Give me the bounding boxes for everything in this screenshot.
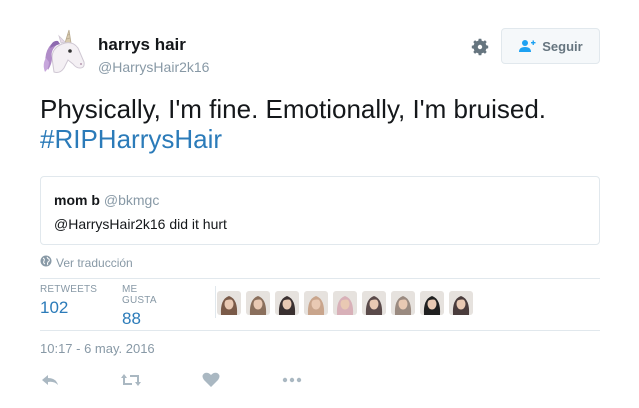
reply-icon[interactable] [40, 370, 60, 390]
liker-avatar-8[interactable] [420, 291, 444, 315]
liker-avatar-5[interactable] [333, 291, 357, 315]
tweet-body: Physically, I'm fine. Emotionally, I'm b… [40, 94, 547, 124]
user-display-name[interactable]: harrys hair [98, 35, 209, 55]
liker-avatar-7[interactable] [391, 291, 415, 315]
stats-separator [215, 286, 216, 318]
retweets-count: 102 [40, 298, 69, 317]
follow-button[interactable]: Seguir [501, 28, 600, 64]
follow-button-label: Seguir [542, 38, 583, 54]
unicorn-icon[interactable] [40, 28, 88, 76]
liker-avatar-1[interactable] [217, 291, 241, 315]
quoted-tweet-header: mom b @bkmgc [54, 192, 159, 208]
hashtag-link[interactable]: #RIPHarrysHair [40, 124, 222, 154]
user-handle[interactable]: @HarrysHair2k16 [98, 58, 209, 76]
add-user-icon [518, 39, 536, 53]
likes-count: 88 [122, 309, 141, 328]
liker-avatar-9[interactable] [449, 291, 473, 315]
retweet-icon[interactable] [120, 370, 141, 390]
liker-avatar-4[interactable] [304, 291, 328, 315]
quoted-tweet[interactable]: mom b @bkmgc @HarrysHair2k16 did it hurt [40, 176, 600, 245]
liker-avatars [217, 291, 473, 315]
liker-avatar-6[interactable] [362, 291, 386, 315]
retweets-stat[interactable]: RETWEETS 102 [40, 284, 97, 318]
likes-label: ME GUSTA [122, 284, 157, 306]
retweets-label: RETWEETS [40, 284, 98, 295]
translate-link[interactable]: Ver traducción [40, 255, 133, 270]
divider-top [40, 278, 600, 279]
quoted-tweet-text: @HarrysHair2k16 did it hurt [54, 216, 227, 232]
tweet-timestamp[interactable]: 10:17 - 6 may. 2016 [40, 341, 155, 356]
liker-avatar-2[interactable] [246, 291, 270, 315]
gear-icon[interactable] [470, 37, 490, 57]
tweet-text: Physically, I'm fine. Emotionally, I'm b… [40, 94, 600, 154]
quoted-tweet-handle: @bkmgc [103, 192, 160, 208]
divider-bottom [40, 330, 600, 331]
likes-stat[interactable]: ME GUSTA 88 [122, 284, 157, 329]
globe-icon [40, 255, 52, 270]
more-icon[interactable] [281, 370, 302, 390]
quoted-tweet-name: mom b [54, 192, 100, 208]
tweet-header: harrys hair @HarrysHair2k16 Seguir [40, 28, 600, 78]
user-names: harrys hair @HarrysHair2k16 [98, 35, 209, 76]
like-icon[interactable] [201, 370, 221, 390]
translate-label: Ver traducción [56, 255, 133, 270]
liker-avatar-3[interactable] [275, 291, 299, 315]
